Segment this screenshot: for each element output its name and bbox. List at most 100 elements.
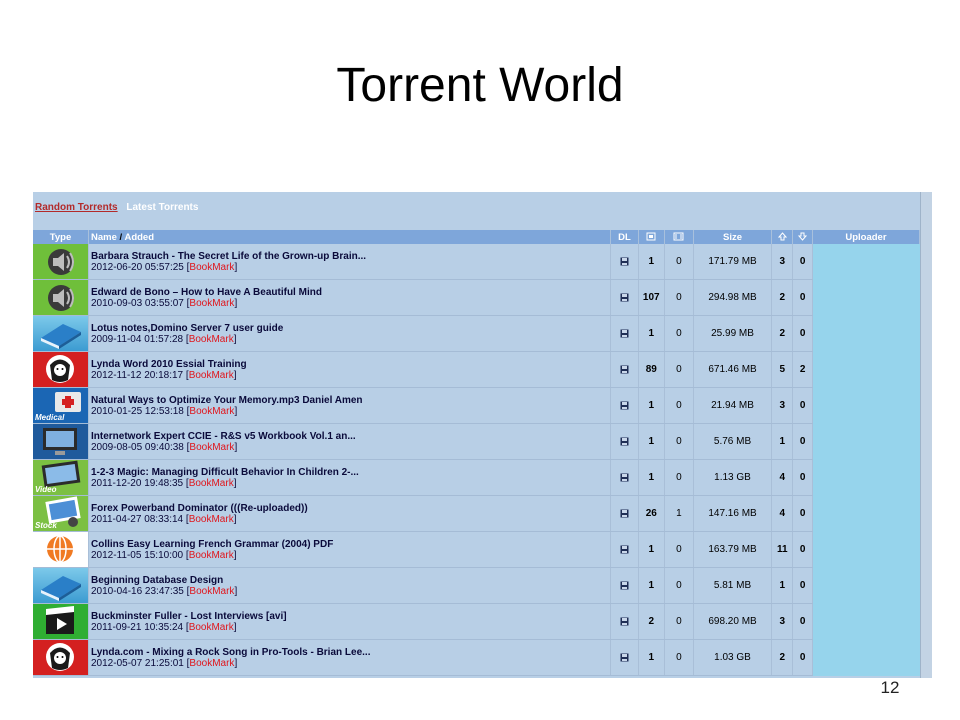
tab-random-torrents[interactable]: Random Torrents bbox=[35, 202, 118, 213]
floppy-disk-icon[interactable] bbox=[620, 292, 629, 303]
added-timestamp: 2010-01-25 12:53:18 bbox=[91, 405, 184, 417]
down-count: 0 bbox=[792, 279, 813, 316]
torrent-name-link[interactable]: Lynda Word 2010 Essial Training bbox=[89, 359, 610, 370]
download-cell[interactable] bbox=[610, 639, 639, 676]
torrent-name-link[interactable]: Forex Powerband Dominator (((Re-uploaded… bbox=[89, 503, 610, 514]
up-count: 1 bbox=[771, 423, 794, 460]
file-size: 698.20 MB bbox=[693, 603, 773, 640]
table-row[interactable]: Barbara Strauch - The Secret Life of the… bbox=[33, 244, 920, 676]
down-count: 0 bbox=[792, 567, 813, 604]
bookmark-link[interactable]: BookMark bbox=[189, 550, 234, 561]
type-cell[interactable] bbox=[33, 315, 89, 352]
download-cell[interactable] bbox=[610, 423, 639, 460]
tab-latest-torrents[interactable]: Latest Torrents bbox=[126, 202, 198, 213]
table-row[interactable]: Internetwork Expert CCIE - R&S v5 Workbo… bbox=[33, 423, 920, 460]
table-row[interactable]: Buckminster Fuller - Lost Interviews [av… bbox=[33, 603, 920, 640]
table-row[interactable]: Edward de Bono – How to Have A Beautiful… bbox=[33, 279, 920, 316]
type-cell[interactable] bbox=[33, 244, 89, 280]
table-row[interactable]: Stock Forex Powerband Dominator (((Re-upl… bbox=[33, 495, 920, 532]
torrent-rows: Barbara Strauch - The Secret Life of the… bbox=[33, 244, 920, 676]
type-cell[interactable]: Medical bbox=[33, 387, 89, 424]
seeders-count: 1 bbox=[638, 244, 665, 280]
torrent-name-link[interactable]: Natural Ways to Optimize Your Memory.mp3… bbox=[89, 395, 610, 406]
up-count: 4 bbox=[771, 495, 794, 532]
download-cell[interactable] bbox=[610, 531, 639, 568]
floppy-disk-icon[interactable] bbox=[620, 616, 629, 627]
bookmark-link[interactable]: BookMark bbox=[189, 370, 234, 381]
floppy-disk-icon[interactable] bbox=[620, 256, 629, 267]
column-uploader: Uploader bbox=[812, 230, 921, 244]
download-cell[interactable] bbox=[610, 459, 639, 496]
bookmark-link[interactable]: BookMark bbox=[189, 586, 234, 597]
added-timestamp: 2009-08-05 09:40:38 bbox=[91, 441, 184, 453]
vertical-scrollbar[interactable] bbox=[920, 192, 932, 678]
column-down[interactable] bbox=[792, 230, 813, 244]
file-size: 5.81 MB bbox=[693, 567, 773, 604]
column-leechers[interactable] bbox=[664, 230, 694, 244]
sort-by-added-link[interactable]: Added bbox=[124, 232, 154, 243]
floppy-disk-icon[interactable] bbox=[620, 544, 629, 555]
added-timestamp: 2012-11-05 15:10:00 bbox=[91, 549, 184, 561]
column-seeders[interactable] bbox=[638, 230, 665, 244]
download-cell[interactable] bbox=[610, 244, 639, 280]
download-cell[interactable] bbox=[610, 315, 639, 352]
table-row[interactable]: Beginning Database Design 2010-04-16 23:4… bbox=[33, 567, 920, 604]
floppy-disk-icon[interactable] bbox=[620, 400, 629, 411]
floppy-disk-icon[interactable] bbox=[620, 472, 629, 483]
torrent-name-link[interactable]: Barbara Strauch - The Secret Life of the… bbox=[89, 251, 610, 262]
torrent-name-link[interactable]: Edward de Bono – How to Have A Beautiful… bbox=[89, 287, 610, 298]
torrent-name-link[interactable]: Collins Easy Learning French Grammar (20… bbox=[89, 539, 610, 550]
leechers-count: 0 bbox=[664, 423, 694, 460]
floppy-disk-icon[interactable] bbox=[620, 364, 629, 375]
table-row[interactable]: Lynda Word 2010 Essial Training 2012-11-1… bbox=[33, 351, 920, 388]
table-row[interactable]: Video 1-2-3 Magic: Managing Difficult Beh… bbox=[33, 459, 920, 496]
file-size: 5.76 MB bbox=[693, 423, 773, 460]
type-cell[interactable] bbox=[33, 531, 89, 568]
torrent-name-link[interactable]: Internetwork Expert CCIE - R&S v5 Workbo… bbox=[89, 431, 610, 442]
leechers-count: 0 bbox=[664, 387, 694, 424]
torrent-name-link[interactable]: 1-2-3 Magic: Managing Difficult Behavior… bbox=[89, 467, 610, 478]
sort-by-name-link[interactable]: Name bbox=[91, 232, 117, 243]
torrent-name-link[interactable]: Lynda.com - Mixing a Rock Song in Pro-To… bbox=[89, 647, 610, 658]
type-cell[interactable]: Video bbox=[33, 459, 89, 496]
bookmark-link[interactable]: BookMark bbox=[189, 622, 234, 633]
table-row[interactable]: Lotus notes,Domino Server 7 user guide 20… bbox=[33, 315, 920, 352]
bookmark-link[interactable]: BookMark bbox=[189, 298, 234, 309]
torrent-name-link[interactable]: Beginning Database Design bbox=[89, 575, 610, 586]
type-cell[interactable]: Stock bbox=[33, 495, 89, 532]
leechers-count: 0 bbox=[664, 603, 694, 640]
torrent-name-link[interactable]: Lotus notes,Domino Server 7 user guide bbox=[89, 323, 610, 334]
floppy-disk-icon[interactable] bbox=[620, 328, 629, 339]
download-cell[interactable] bbox=[610, 387, 639, 424]
type-cell[interactable] bbox=[33, 603, 89, 640]
type-cell[interactable] bbox=[33, 351, 89, 388]
floppy-disk-icon[interactable] bbox=[620, 436, 629, 447]
table-row[interactable]: Medical Natural Ways to Optimize Your Mem… bbox=[33, 387, 920, 424]
floppy-disk-icon[interactable] bbox=[620, 508, 629, 519]
download-cell[interactable] bbox=[610, 495, 639, 532]
bookmark-link[interactable]: BookMark bbox=[189, 262, 234, 273]
floppy-disk-icon[interactable] bbox=[620, 580, 629, 591]
column-size[interactable]: Size bbox=[693, 230, 773, 244]
bookmark-link[interactable]: BookMark bbox=[189, 514, 234, 525]
type-cell[interactable] bbox=[33, 567, 89, 604]
bookmark-link[interactable]: BookMark bbox=[189, 334, 234, 345]
download-cell[interactable] bbox=[610, 351, 639, 388]
download-cell[interactable] bbox=[610, 279, 639, 316]
bookmark-link[interactable]: BookMark bbox=[189, 406, 234, 417]
table-row[interactable]: Collins Easy Learning French Grammar (20… bbox=[33, 531, 920, 568]
torrent-name-link[interactable]: Buckminster Fuller - Lost Interviews [av… bbox=[89, 611, 610, 622]
type-cell[interactable] bbox=[33, 423, 89, 460]
down-count: 0 bbox=[792, 423, 813, 460]
download-cell[interactable] bbox=[610, 603, 639, 640]
bookmark-link[interactable]: BookMark bbox=[189, 658, 234, 669]
column-up[interactable] bbox=[771, 230, 794, 244]
type-cell[interactable] bbox=[33, 279, 89, 316]
book-thumbnail-icon bbox=[33, 316, 88, 351]
download-cell[interactable] bbox=[610, 567, 639, 604]
bookmark-link[interactable]: BookMark bbox=[189, 478, 234, 489]
table-row[interactable]: Lynda.com - Mixing a Rock Song in Pro-To… bbox=[33, 639, 920, 676]
floppy-disk-icon[interactable] bbox=[620, 652, 629, 663]
type-cell[interactable] bbox=[33, 639, 89, 676]
bookmark-link[interactable]: BookMark bbox=[189, 442, 234, 453]
